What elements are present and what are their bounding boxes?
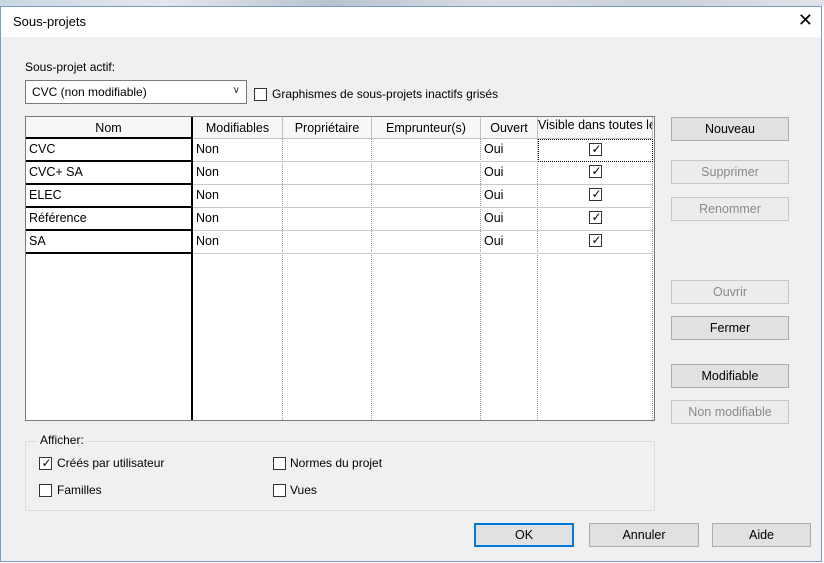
- visible-checkbox[interactable]: ✓: [589, 164, 602, 178]
- cell-editable[interactable]: Non: [193, 162, 283, 185]
- cell-visible[interactable]: ✓: [538, 139, 653, 162]
- check-icon: ✓: [591, 233, 602, 247]
- views-checkbox[interactable]: [273, 484, 286, 497]
- cell-owner[interactable]: [283, 162, 372, 185]
- families-checkbox[interactable]: [39, 484, 52, 497]
- help-button[interactable]: Aide: [712, 523, 811, 547]
- new-button[interactable]: Nouveau: [671, 117, 789, 141]
- show-group-legend: Afficher:: [38, 433, 86, 447]
- cell-name[interactable]: CVC: [26, 139, 193, 162]
- project-standards-checkbox[interactable]: [273, 457, 286, 470]
- header-name[interactable]: Nom: [26, 117, 193, 139]
- table-row[interactable]: SA Non Oui ✓: [26, 231, 654, 254]
- project-standards-label: Normes du projet: [290, 456, 383, 470]
- cell-owner[interactable]: [283, 185, 372, 208]
- chevron-down-icon: ∨: [232, 85, 240, 96]
- show-group: Afficher:: [25, 433, 655, 511]
- cell-borrowers[interactable]: [372, 208, 481, 231]
- active-subproject-value: CVC (non modifiable): [32, 85, 147, 99]
- visible-checkbox[interactable]: ✓: [589, 187, 602, 201]
- table-row[interactable]: Référence Non Oui ✓: [26, 208, 654, 231]
- dialog-title: Sous-projets: [13, 14, 86, 29]
- check-icon: ✓: [591, 210, 602, 224]
- cell-opened[interactable]: Oui: [481, 185, 538, 208]
- rename-button[interactable]: Renommer: [671, 197, 789, 221]
- cell-name[interactable]: ELEC: [26, 185, 193, 208]
- check-icon: ✓: [591, 164, 602, 178]
- visible-checkbox[interactable]: ✓: [589, 142, 602, 156]
- user-created-checkbox[interactable]: ✓: [39, 456, 52, 470]
- user-created-check-mark: ✓: [41, 456, 52, 470]
- visible-checkbox[interactable]: ✓: [589, 233, 602, 247]
- open-button[interactable]: Ouvrir: [671, 280, 789, 304]
- cell-owner[interactable]: [283, 208, 372, 231]
- subprojects-dialog: Sous-projets ✕ Sous-projet actif: CVC (n…: [0, 6, 822, 562]
- cell-visible[interactable]: ✓: [538, 162, 653, 185]
- close-button[interactable]: Fermer: [671, 316, 789, 340]
- header-visible[interactable]: Visible dans toutes les vues: [538, 117, 653, 139]
- cell-borrowers[interactable]: [372, 139, 481, 162]
- subprojects-table: Nom Modifiables Propriétaire Emprunteur(…: [25, 116, 655, 421]
- cell-owner[interactable]: [283, 231, 372, 254]
- cell-visible[interactable]: ✓: [538, 208, 653, 231]
- header-editable[interactable]: Modifiables: [193, 117, 283, 139]
- cell-editable[interactable]: Non: [193, 208, 283, 231]
- cell-opened[interactable]: Oui: [481, 208, 538, 231]
- check-icon: ✓: [591, 187, 602, 201]
- visible-checkbox[interactable]: ✓: [589, 210, 602, 224]
- cell-editable[interactable]: Non: [193, 139, 283, 162]
- families-label: Familles: [57, 483, 102, 497]
- cell-editable[interactable]: Non: [193, 185, 283, 208]
- header-owner[interactable]: Propriétaire: [283, 117, 372, 139]
- cell-name[interactable]: CVC+ SA: [26, 162, 193, 185]
- table-row[interactable]: CVC+ SA Non Oui ✓: [26, 162, 654, 185]
- table-row[interactable]: ELEC Non Oui ✓: [26, 185, 654, 208]
- gray-inactive-label: Graphismes de sous-projets inactifs gris…: [272, 87, 499, 101]
- cell-name[interactable]: Référence: [26, 208, 193, 231]
- close-icon[interactable]: ✕: [798, 10, 813, 30]
- active-subproject-select[interactable]: CVC (non modifiable) ∨: [25, 80, 247, 104]
- cell-borrowers[interactable]: [372, 162, 481, 185]
- cell-borrowers[interactable]: [372, 185, 481, 208]
- table-row[interactable]: CVC Non Oui ✓: [26, 139, 654, 162]
- cell-visible[interactable]: ✓: [538, 231, 653, 254]
- cell-opened[interactable]: Oui: [481, 162, 538, 185]
- cell-borrowers[interactable]: [372, 231, 481, 254]
- non-editable-button[interactable]: Non modifiable: [671, 400, 789, 424]
- gray-inactive-checkbox[interactable]: [254, 88, 267, 101]
- cell-owner[interactable]: [283, 139, 372, 162]
- editable-button[interactable]: Modifiable: [671, 364, 789, 388]
- title-bar: Sous-projets ✕: [1, 7, 821, 37]
- ok-button[interactable]: OK: [474, 523, 574, 547]
- cell-visible[interactable]: ✓: [538, 185, 653, 208]
- user-created-label: Créés par utilisateur: [57, 456, 165, 470]
- header-borrowers[interactable]: Emprunteur(s): [372, 117, 481, 139]
- cell-opened[interactable]: Oui: [481, 139, 538, 162]
- cell-editable[interactable]: Non: [193, 231, 283, 254]
- cell-opened[interactable]: Oui: [481, 231, 538, 254]
- check-icon: ✓: [591, 142, 602, 156]
- cell-name[interactable]: SA: [26, 231, 193, 254]
- active-subproject-label: Sous-projet actif:: [25, 60, 116, 74]
- delete-button[interactable]: Supprimer: [671, 160, 789, 184]
- cancel-button[interactable]: Annuler: [589, 523, 699, 547]
- header-opened[interactable]: Ouvert: [481, 117, 538, 139]
- views-label: Vues: [290, 483, 317, 497]
